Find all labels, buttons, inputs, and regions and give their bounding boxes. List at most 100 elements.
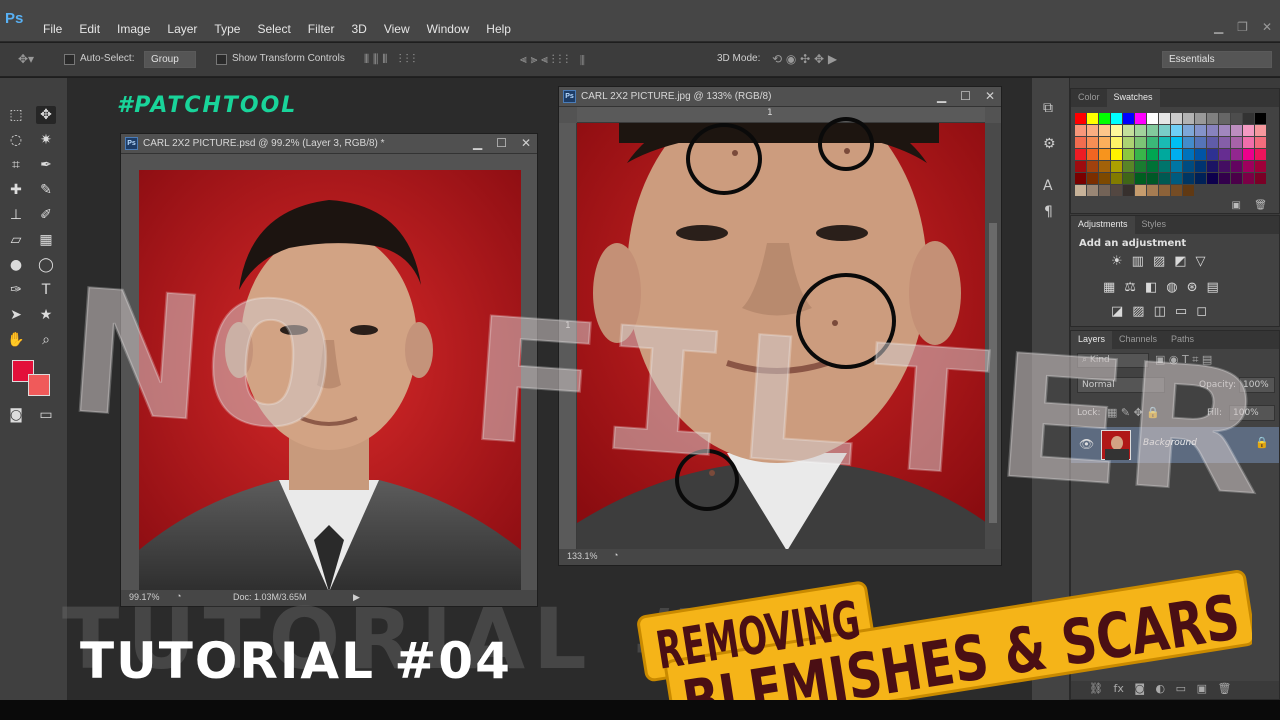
swatch-cell[interactable] (1231, 137, 1242, 148)
swatch-cell[interactable] (1087, 185, 1098, 196)
actions-icon[interactable]: ⚙ (1043, 136, 1056, 152)
move-tool-icon[interactable]: ✥▾ (18, 52, 34, 66)
swatch-cell[interactable] (1147, 185, 1158, 196)
swatch-cell[interactable] (1231, 149, 1242, 160)
swatch-cell[interactable] (1123, 113, 1134, 124)
swatch-cell[interactable] (1123, 137, 1134, 148)
swatch-grid[interactable] (1075, 113, 1266, 196)
status-icon[interactable]: ◔ (613, 550, 618, 560)
shape-tool-icon[interactable]: ★ (36, 306, 56, 324)
auto-select-checkbox[interactable] (64, 54, 75, 65)
swatch-cell[interactable] (1147, 161, 1158, 172)
swatch-cell[interactable] (1183, 173, 1194, 184)
swatch-cell[interactable] (1099, 185, 1110, 196)
stamp-tool-icon[interactable]: ⊥ (6, 206, 26, 224)
swatch-cell[interactable] (1219, 137, 1230, 148)
swatch-cell[interactable] (1219, 149, 1230, 160)
document-title-bar[interactable]: Ps CARL 2X2 PICTURE.psd @ 99.2% (Layer 3… (121, 134, 537, 154)
menu-type[interactable]: Type (214, 22, 240, 36)
swatch-cell[interactable] (1219, 161, 1230, 172)
swatch-cell[interactable] (1207, 149, 1218, 160)
swatch-cell[interactable] (1207, 125, 1218, 136)
swatch-cell[interactable] (1111, 185, 1122, 196)
swatch-cell[interactable] (1135, 137, 1146, 148)
swatch-cell[interactable] (1243, 173, 1254, 184)
swatch-cell[interactable] (1183, 113, 1194, 124)
swatch-cell[interactable] (1111, 137, 1122, 148)
swatch-cell[interactable] (1243, 113, 1254, 124)
swatch-cell[interactable] (1123, 149, 1134, 160)
close-icon[interactable]: ✕ (985, 89, 995, 103)
tab-swatches[interactable]: Swatches (1106, 89, 1160, 107)
swatch-cell[interactable] (1087, 113, 1098, 124)
minimize-icon[interactable]: ▁ (1214, 20, 1223, 34)
swatch-cell[interactable] (1171, 113, 1182, 124)
swatch-cell[interactable] (1087, 161, 1098, 172)
menu-view[interactable]: View (384, 22, 410, 36)
menu-3d[interactable]: 3D (351, 22, 366, 36)
swatch-cell[interactable] (1231, 173, 1242, 184)
auto-select-dropdown[interactable]: Group (144, 51, 196, 68)
swatch-cell[interactable] (1147, 149, 1158, 160)
character-icon[interactable]: A (1043, 178, 1053, 194)
swatch-cell[interactable] (1171, 161, 1182, 172)
menu-window[interactable]: Window (427, 22, 470, 36)
swatch-cell[interactable] (1099, 113, 1110, 124)
menu-filter[interactable]: Filter (308, 22, 335, 36)
swatch-cell[interactable] (1255, 161, 1266, 172)
distribute-icons[interactable]: ⫷ ⫸ ⫷ ⫶ ⫶ ⫶ ⫴ (520, 52, 585, 67)
gradient-tool-icon[interactable]: ▦ (36, 231, 56, 249)
eyedropper-icon[interactable]: ✒ (36, 156, 56, 174)
path-select-icon[interactable]: ➤ (6, 306, 26, 324)
minimize-icon[interactable]: ▁ (473, 136, 482, 150)
swatch-cell[interactable] (1075, 185, 1086, 196)
swatch-cell[interactable] (1243, 137, 1254, 148)
swatch-cell[interactable] (1243, 125, 1254, 136)
swatch-cell[interactable] (1099, 149, 1110, 160)
swatch-cell[interactable] (1231, 125, 1242, 136)
align-icons[interactable]: ⫴ ⫼ ⫴ ⫶ ⫶ ⫶ (364, 52, 415, 67)
swatch-cell[interactable] (1183, 149, 1194, 160)
swatch-cell[interactable] (1159, 137, 1170, 148)
swatch-cell[interactable] (1159, 173, 1170, 184)
swatch-cell[interactable] (1183, 125, 1194, 136)
swatch-cell[interactable] (1075, 137, 1086, 148)
swatch-cell[interactable] (1219, 173, 1230, 184)
tab-adjustments[interactable]: Adjustments (1071, 216, 1135, 234)
swatch-cell[interactable] (1195, 137, 1206, 148)
swatch-cell[interactable] (1075, 113, 1086, 124)
swatch-cell[interactable] (1087, 137, 1098, 148)
move-tool-icon[interactable]: ✥ (36, 106, 56, 124)
swatch-cell[interactable] (1111, 161, 1122, 172)
restore-icon[interactable]: ❐ (1237, 20, 1248, 34)
workspace-dropdown[interactable]: Essentials (1162, 51, 1272, 68)
transform-controls-checkbox[interactable] (216, 54, 227, 65)
swatch-cell[interactable] (1111, 149, 1122, 160)
lasso-tool-icon[interactable]: ◌ (6, 131, 26, 149)
zoom-level[interactable]: 133.1% (567, 551, 598, 561)
swatch-cell[interactable] (1147, 125, 1158, 136)
swatch-cell[interactable] (1099, 137, 1110, 148)
type-tool-icon[interactable]: T (36, 281, 56, 299)
quick-mask-icon[interactable]: ◙ (6, 406, 26, 424)
menu-file[interactable]: File (43, 22, 62, 36)
restore-icon[interactable]: ☐ (496, 136, 507, 150)
blur-tool-icon[interactable]: ● (6, 256, 26, 274)
restore-icon[interactable]: ☐ (960, 89, 971, 103)
magic-wand-icon[interactable]: ✷ (36, 131, 56, 149)
swatch-cell[interactable] (1243, 149, 1254, 160)
zoom-tool-icon[interactable]: ⌕ (36, 331, 56, 349)
delete-swatch-icon[interactable]: 🗑 (1254, 200, 1267, 211)
dodge-tool-icon[interactable]: ◯ (36, 256, 56, 274)
hand-tool-icon[interactable]: ✋ (6, 331, 26, 349)
swatch-cell[interactable] (1171, 149, 1182, 160)
swatch-cell[interactable] (1087, 125, 1098, 136)
swatch-cell[interactable] (1183, 161, 1194, 172)
swatch-cell[interactable] (1075, 173, 1086, 184)
swatch-cell[interactable] (1231, 113, 1242, 124)
minimize-icon[interactable]: ▁ (937, 89, 946, 103)
menu-image[interactable]: Image (117, 22, 150, 36)
screen-mode-icon[interactable]: ▭ (36, 406, 56, 424)
patch-tool-icon[interactable]: ✚ (6, 181, 26, 199)
swatch-cell[interactable] (1135, 161, 1146, 172)
